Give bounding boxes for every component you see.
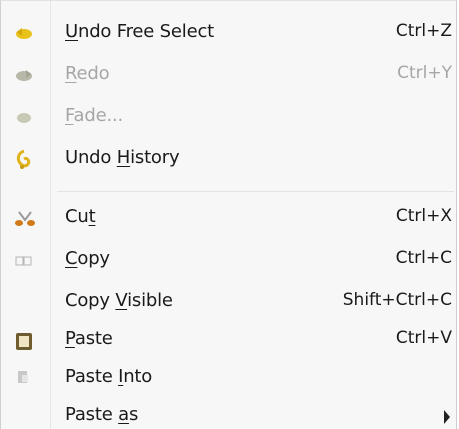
menu-item-paste-as[interactable]: Paste as: [1, 398, 456, 429]
shortcut-label: Ctrl+C: [395, 248, 452, 268]
submenu-arrow-icon: [444, 410, 450, 424]
fade-icon: [13, 107, 35, 127]
menu-item-cut[interactable]: Cut Ctrl+X: [1, 200, 456, 236]
shortcut-label: Ctrl+Y: [397, 63, 452, 83]
shortcut-label: Shift+Ctrl+C: [342, 290, 452, 310]
menu-item-undo-history[interactable]: Undo History: [1, 141, 456, 177]
menu-item-paste-into[interactable]: Paste Into: [1, 360, 456, 396]
menu-item-undo[interactable]: Undo Free Select Ctrl+Z: [1, 15, 456, 51]
shortcut-label: Ctrl+Z: [395, 21, 452, 41]
shortcut-label: Ctrl+X: [395, 206, 452, 226]
menu-item-paste[interactable]: Paste Ctrl+V: [1, 322, 456, 358]
copy-icon: [13, 250, 35, 270]
redo-icon: [13, 65, 35, 85]
paste-icon: [13, 330, 35, 350]
shortcut-label: Ctrl+V: [395, 328, 452, 348]
undo-icon: [13, 23, 35, 43]
scissors-icon: [13, 208, 35, 228]
menu-item-copy-visible[interactable]: Copy Visible Shift+Ctrl+C: [1, 284, 456, 320]
menu-separator: [57, 191, 454, 192]
edit-menu: Undo Free Select Ctrl+Z Redo Ctrl+Y Fade…: [0, 0, 457, 429]
undo-history-icon: [13, 149, 35, 169]
menu-item-fade[interactable]: Fade...: [1, 99, 456, 135]
menu-item-copy[interactable]: Copy Ctrl+C: [1, 242, 456, 278]
paste-into-icon: [13, 368, 35, 388]
menu-item-redo[interactable]: Redo Ctrl+Y: [1, 57, 456, 93]
